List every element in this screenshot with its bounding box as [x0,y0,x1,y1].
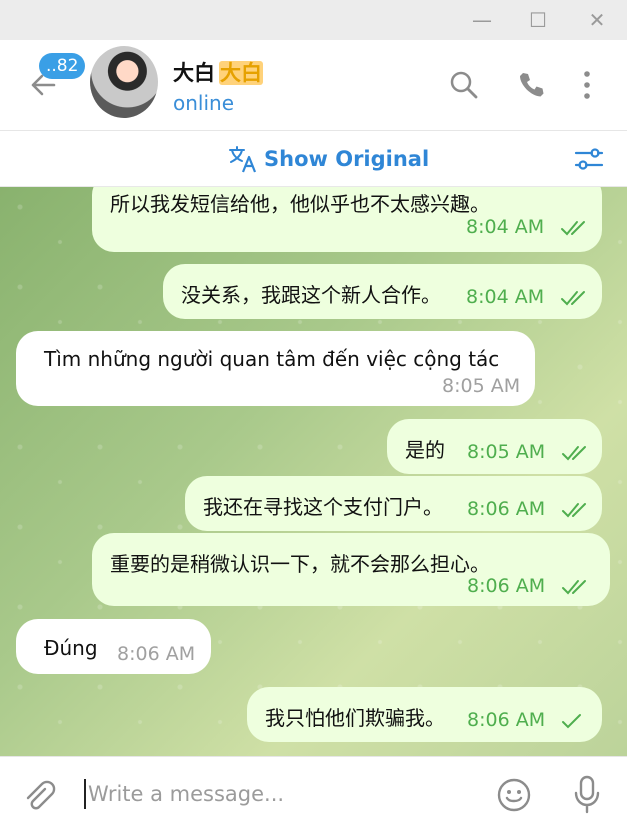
message-time: 8:06 AM [467,575,546,597]
close-button[interactable]: ✕ [581,6,613,34]
sent-checkmark-icon [562,714,581,729]
message-time: 8:06 AM [117,643,196,665]
message-bubble[interactable]: 没关系，我跟这个新人合作。 8:04 AM [163,264,602,319]
emoji-icon[interactable] [496,777,532,813]
message-list[interactable]: 所以我发短信给他，他似乎也不太感兴趣。 8:04 AM 没关系，我跟这个新人合作… [0,187,627,756]
contact-name[interactable]: 大白 大白 [173,57,263,87]
message-text: Tìm những người quan tâm đến việc cộng t… [44,347,500,371]
message-text: 所以我发短信给他，他似乎也不太感兴趣。 [110,192,490,216]
unread-count-badge: ..82 [39,53,86,79]
phone-icon[interactable] [516,70,546,100]
message-text: 重要的是稍微认识一下，就不会那么担心。 [110,552,490,576]
message-time: 8:05 AM [467,441,546,463]
message-text: 我只怕他们欺骗我。 [265,706,445,730]
read-checkmarks-icon [561,291,585,306]
search-icon[interactable] [449,70,479,100]
window-titlebar: — ☐ ✕ [0,0,627,40]
translate-bar: Show Original [0,131,627,187]
show-original-button[interactable]: Show Original [228,145,429,173]
message-bubble[interactable]: 是的 8:05 AM [387,419,602,474]
attach-paperclip-icon[interactable] [22,779,56,813]
message-bubble[interactable]: 我还在寻找这个支付门户。 8:06 AM [185,476,602,531]
message-time: 8:06 AM [467,498,546,520]
message-text: 是的 [405,438,445,462]
message-bubble[interactable]: 所以我发短信给他，他似乎也不太感兴趣。 8:04 AM [92,187,602,252]
show-original-label: Show Original [264,147,430,171]
read-checkmarks-icon [562,446,586,461]
message-bubble[interactable]: 重要的是稍微认识一下，就不会那么担心。 8:06 AM [92,533,610,606]
message-bubble[interactable]: Tìm những người quan tâm đến việc cộng t… [16,331,535,406]
contact-name-emoji: 大白 [219,61,263,85]
translation-settings-icon[interactable] [574,145,604,173]
message-input[interactable] [84,779,474,809]
translate-icon [229,146,257,173]
message-text: 没关系，我跟这个新人合作。 [181,283,441,307]
message-composer [0,756,627,832]
message-bubble[interactable]: Đúng 8:06 AM [16,619,211,674]
read-checkmarks-icon [562,503,586,518]
message-time: 8:06 AM [467,709,546,731]
maximize-button[interactable]: ☐ [522,6,554,34]
message-time: 8:05 AM [442,375,521,397]
message-text: 我还在寻找这个支付门户。 [203,495,443,519]
more-options-icon[interactable] [572,70,602,100]
microphone-icon[interactable] [572,775,602,815]
message-text: Đúng [44,636,98,660]
chat-header: ..82 大白 大白 online [0,40,627,131]
message-bubble[interactable]: 我只怕他们欺骗我。 8:06 AM [247,687,602,742]
message-time: 8:04 AM [466,286,545,308]
read-checkmarks-icon [561,221,585,236]
message-time: 8:04 AM [466,216,545,238]
contact-status: online [173,91,235,115]
read-checkmarks-icon [562,580,586,595]
avatar[interactable] [90,46,158,118]
contact-name-text: 大白 [173,61,215,85]
minimize-button[interactable]: — [466,6,498,34]
